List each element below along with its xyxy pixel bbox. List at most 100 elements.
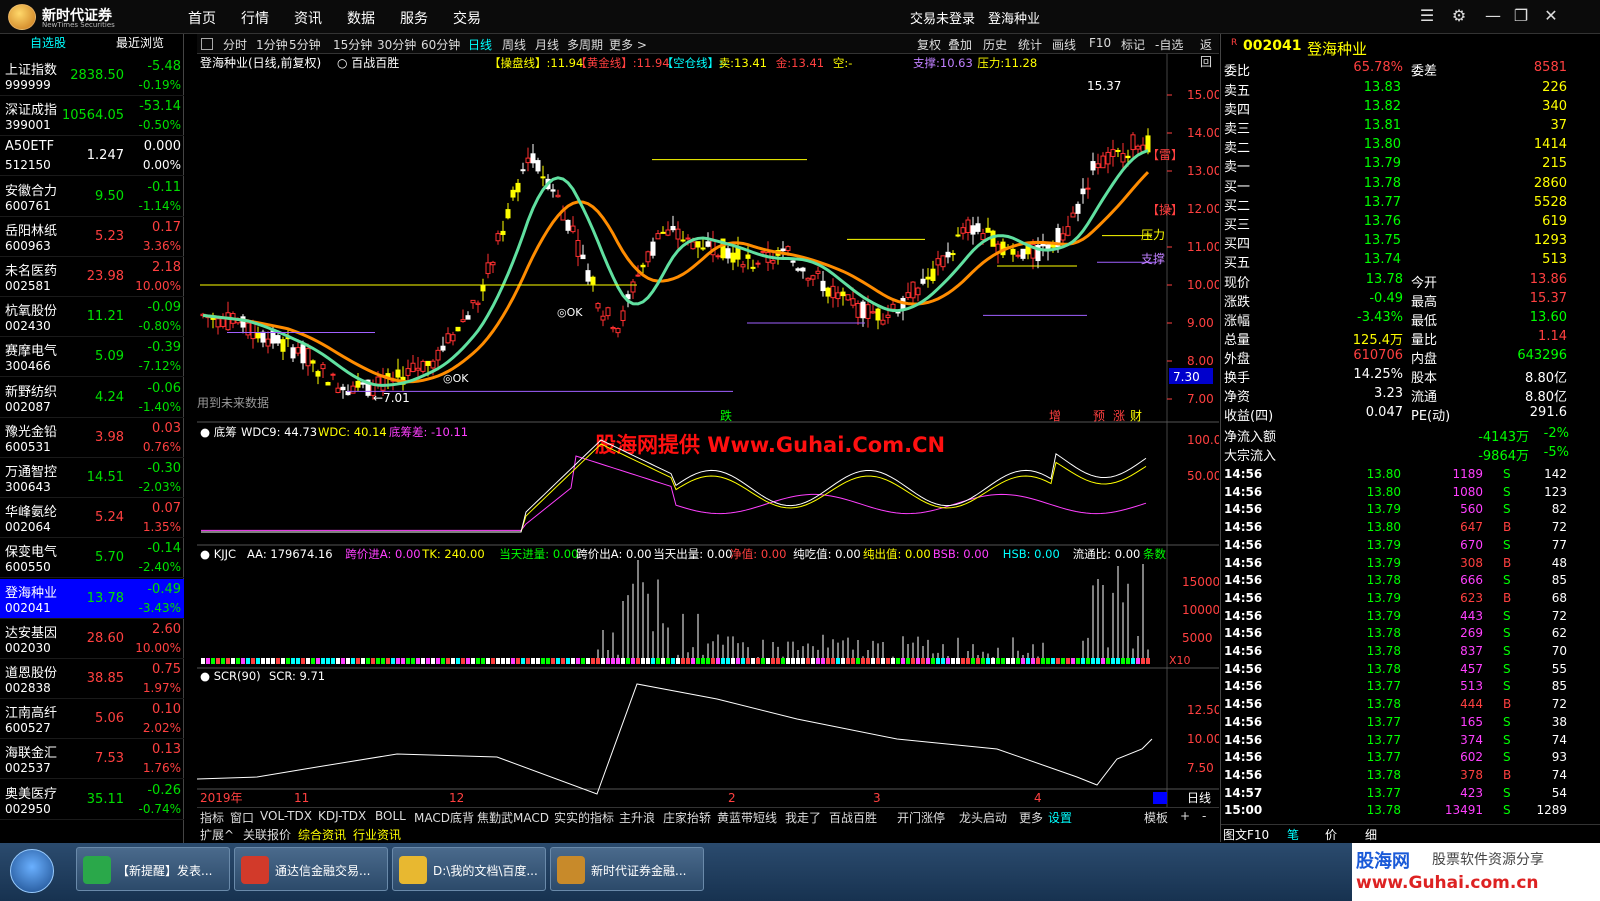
indicator-tab[interactable]: 我走了 (785, 809, 821, 826)
period-5[interactable]: 60分钟 (421, 36, 460, 53)
close-icon[interactable]: ✕ (1540, 6, 1562, 26)
stock-row[interactable]: 保变电气 600550 5.70 -0.14 -2.40% (0, 538, 184, 579)
stock-row[interactable]: 上证指数 999999 2838.50 -5.48 -0.19% (0, 56, 184, 96)
price: 13.83 (1363, 80, 1401, 95)
stock-row[interactable]: A50ETF 512150 1.247 0.000 0.00% (0, 136, 184, 177)
period-7[interactable]: 周线 (502, 36, 526, 53)
stock-row[interactable]: 万通智控 300643 14.51 -0.30 -2.03% (0, 458, 184, 498)
kline-chart[interactable]: 登海种业(日线,前复权) ○ 百战百胜 【操盘线】:11.94【黄金线】:11.94… (197, 54, 1219, 807)
tool-5[interactable]: F10 (1089, 36, 1111, 50)
gear-icon[interactable]: ⚙ (1448, 6, 1470, 26)
tab-watchlist[interactable]: 自选股 (0, 34, 96, 52)
indicator-tab[interactable]: MACD底背 (414, 809, 474, 826)
stock-row[interactable]: 深证成指 399001 10564.05 -53.14 -0.50% (0, 96, 184, 137)
stock-row[interactable]: 登海种业 002041 13.78 -0.49 -3.43% (0, 578, 184, 619)
info-tab[interactable]: 综合资讯 (298, 826, 346, 843)
indicator-tab[interactable]: 实实的指标 (554, 809, 614, 826)
indicator-tab[interactable]: 模板 (1144, 809, 1168, 826)
tool-2[interactable]: 历史 (983, 36, 1007, 53)
period-3[interactable]: 15分钟 (333, 36, 372, 53)
login-status[interactable]: 交易未登录 (910, 8, 975, 27)
indicator-tab[interactable]: 百战百胜 (829, 809, 877, 826)
buy-level[interactable]: 买四 13.75 1293 (1221, 233, 1571, 252)
stock-row[interactable]: 奥美医疗 002950 35.11 -0.26 -0.74% (0, 780, 184, 820)
indicator-tab[interactable]: KDJ-TDX (318, 809, 366, 823)
quote-tab[interactable]: 细 (1365, 826, 1377, 843)
indicator-tab[interactable]: 龙头启动 (959, 809, 1007, 826)
indicator-tab[interactable]: - (1202, 809, 1206, 823)
period-1[interactable]: 1分钟 (256, 36, 288, 53)
stock-row[interactable]: 达安基因 002030 28.60 2.60 10.00% (0, 619, 184, 659)
sell-level[interactable]: 卖五 13.83 226 (1221, 80, 1571, 99)
sell-level[interactable]: 卖一 13.79 215 (1221, 156, 1571, 175)
stock-row[interactable]: 杭氧股份 002430 11.21 -0.09 -0.80% (0, 297, 184, 338)
period-4[interactable]: 30分钟 (377, 36, 416, 53)
list-icon[interactable]: ☰ (1416, 6, 1438, 26)
quote-tab[interactable]: 图文F10 (1223, 826, 1269, 843)
period-8[interactable]: 月线 (535, 36, 559, 53)
signal-strip (606, 658, 610, 664)
stock-row[interactable]: 江南高纤 600527 5.06 0.10 2.02% (0, 699, 184, 740)
taskbar-app[interactable]: 通达信金融交易... (234, 847, 388, 891)
info-tab[interactable]: 行业资讯 (353, 826, 401, 843)
period-10[interactable]: 更多 > (609, 36, 647, 53)
stock-row[interactable]: 海联金汇 002537 7.53 0.13 1.76% (0, 739, 184, 780)
layout-icon[interactable] (201, 38, 213, 50)
tool-3[interactable]: 统计 (1018, 36, 1042, 53)
indicator-tab[interactable]: 焦勤武MACD (477, 809, 549, 826)
sell-level[interactable]: 卖二 13.80 1414 (1221, 137, 1571, 156)
period-9[interactable]: 多周期 (567, 36, 603, 53)
info-tab[interactable]: 扩展^ (200, 826, 234, 843)
tool-7[interactable]: -自选 (1155, 36, 1183, 53)
taskbar-app[interactable]: 新时代证券金融... (550, 847, 704, 891)
tab-recent[interactable]: 最近浏览 (96, 34, 184, 52)
candle-body (660, 231, 666, 234)
tool-0[interactable]: 复权 (917, 36, 941, 53)
minimize-icon[interactable]: — (1482, 6, 1504, 26)
stock-row[interactable]: 新野纺织 002087 4.24 -0.06 -1.40% (0, 378, 184, 418)
indicator-tab[interactable]: 窗口 (230, 809, 254, 826)
menu-item[interactable]: 首页 (188, 8, 216, 28)
sell-level[interactable]: 卖三 13.81 37 (1221, 118, 1571, 137)
period-0[interactable]: 分时 (223, 36, 247, 53)
indicator-tab[interactable]: 指标 (200, 809, 224, 826)
period-6[interactable]: 日线 (468, 36, 492, 53)
indicator-tab[interactable]: + (1180, 809, 1190, 823)
buy-level[interactable]: 买二 13.77 5528 (1221, 195, 1571, 214)
tool-1[interactable]: 叠加 (948, 36, 972, 53)
restore-icon[interactable]: ❐ (1510, 6, 1532, 26)
indicator-tab[interactable]: 设置 (1048, 809, 1072, 826)
tool-4[interactable]: 画线 (1052, 36, 1076, 53)
stock-row[interactable]: 赛摩电气 300466 5.09 -0.39 -7.12% (0, 337, 184, 378)
quote-tab[interactable]: 笔 (1287, 826, 1299, 843)
stock-row[interactable]: 岳阳林纸 600963 5.23 0.17 3.36% (0, 217, 184, 257)
sell-level[interactable]: 卖四 13.82 340 (1221, 99, 1571, 118)
period-2[interactable]: 5分钟 (289, 36, 321, 53)
stock-row[interactable]: 豫光金铅 600531 3.98 0.03 0.76% (0, 418, 184, 458)
stock-row[interactable]: 未名医药 002581 23.98 2.18 10.00% (0, 257, 184, 297)
stock-row[interactable]: 华峰氨纶 002064 5.24 0.07 1.35% (0, 498, 184, 539)
stock-row[interactable]: 道恩股份 002838 38.85 0.75 1.97% (0, 659, 184, 699)
menu-item[interactable]: 资讯 (294, 8, 322, 28)
buy-level[interactable]: 买三 13.76 619 (1221, 214, 1571, 233)
indicator-tab[interactable]: 更多 (1019, 809, 1043, 826)
stock-row[interactable]: 安徽合力 600761 9.50 -0.11 -1.14% (0, 177, 184, 217)
menu-item[interactable]: 交易 (453, 8, 481, 28)
indicator-tab[interactable]: 黄蓝带短线 (717, 809, 777, 826)
tool-6[interactable]: 标记 (1121, 36, 1145, 53)
indicator-tab[interactable]: 开门涨停 (897, 809, 945, 826)
taskbar-app[interactable]: D:\我的文档\百度... (392, 847, 546, 891)
buy-level[interactable]: 买一 13.78 2860 (1221, 176, 1571, 195)
start-button[interactable] (10, 849, 54, 893)
menu-item[interactable]: 服务 (400, 8, 428, 28)
quote-tab[interactable]: 价 (1325, 826, 1337, 843)
menu-item[interactable]: 数据 (347, 8, 375, 28)
indicator-tab[interactable]: BOLL (375, 809, 406, 823)
taskbar-app[interactable]: 【新提醒】发表... (76, 847, 230, 891)
info-tab[interactable]: 关联报价 (243, 826, 291, 843)
menu-item[interactable]: 行情 (241, 8, 269, 28)
buy-level[interactable]: 买五 13.74 513 (1221, 252, 1571, 271)
indicator-tab[interactable]: 主升浪 (619, 809, 655, 826)
indicator-tab[interactable]: VOL-TDX (260, 809, 312, 823)
indicator-tab[interactable]: 庄家抬轿 (663, 809, 711, 826)
